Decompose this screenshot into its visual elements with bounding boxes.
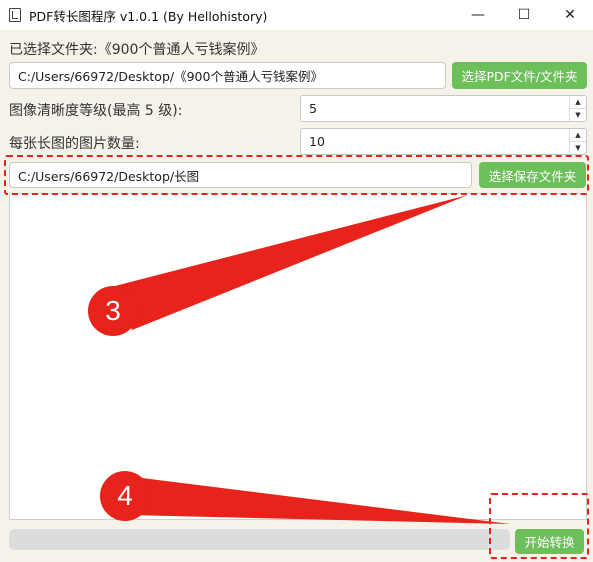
arrow-step3 — [115, 195, 468, 330]
highlight-start-button — [489, 493, 589, 559]
annotation-arrows — [115, 195, 510, 524]
highlight-save-row — [4, 155, 589, 195]
arrow-step4 — [118, 475, 510, 524]
step-4-badge: 4 — [100, 471, 150, 521]
step-3-badge: 3 — [88, 286, 138, 336]
